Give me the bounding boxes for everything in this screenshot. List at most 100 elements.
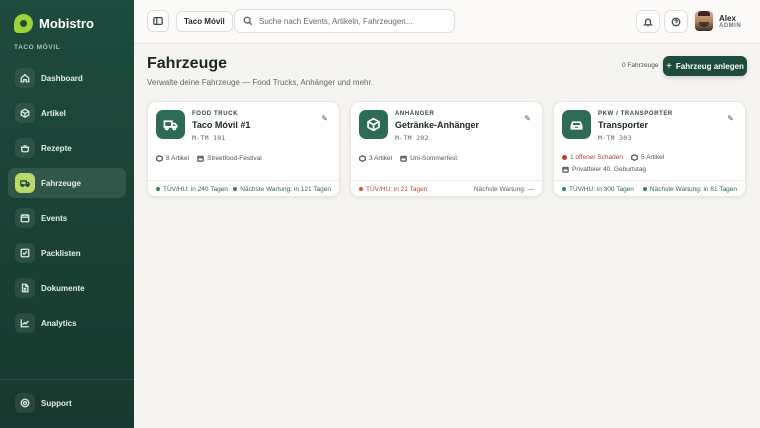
vehicle-type: PKW / TRANSPORTER <box>598 111 673 117</box>
calendar-icon <box>15 208 35 228</box>
vehicle-type: FOOD TRUCK <box>192 111 238 117</box>
vehicle-card[interactable]: PKW / TRANSPORTER Transporter M-TM 303 ✎… <box>553 101 746 197</box>
articles-info: 3 Artikel <box>359 155 392 162</box>
articles-info: 8 Artikel <box>156 155 189 162</box>
tuev-text: TÜV/HU: in 240 Tagen <box>163 185 228 193</box>
vehicle-card[interactable]: ANHÄNGER Getränke-Anhänger M-TM 202 ✎ 3 … <box>350 101 543 197</box>
sidebar-item-rezepte[interactable]: Rezepte <box>8 133 126 163</box>
tuev-text: TÜV/HU: in 300 Tagen <box>569 185 634 193</box>
tuev-text: TÜV/HU: in 21 Tagen <box>366 185 428 193</box>
add-vehicle-label: Fahrzeug anlegen <box>675 61 744 71</box>
service-text: Nächste Wartung: — <box>473 185 534 193</box>
event-name: Streetfood-Festival <box>207 155 262 162</box>
vehicle-name: Transporter <box>598 120 649 130</box>
event-name: Uni-Sommerfest <box>410 155 458 162</box>
brand[interactable]: Mobistro <box>14 14 94 33</box>
user-role: ADMIN <box>719 22 742 29</box>
service-text: Nächste Wartung: in 121 Tagen <box>240 185 331 193</box>
sidebar-item-support[interactable]: Support <box>8 388 126 418</box>
edit-pencil-icon[interactable]: ✎ <box>727 114 734 123</box>
articles-count: 3 Artikel <box>369 155 393 162</box>
edit-pencil-icon[interactable]: ✎ <box>524 114 531 123</box>
topbar: Taco Móvil Alex ADMIN <box>134 0 760 44</box>
vehicle-card[interactable]: FOOD TRUCK Taco Móvil #1 M-TM 101 ✎ 8 Ar… <box>147 101 340 197</box>
articles-info: 5 Artikel <box>631 154 664 161</box>
status-dot-icon <box>642 187 647 191</box>
edit-pencil-icon[interactable]: ✎ <box>321 114 328 123</box>
vehicle-meta: 3 Artikel Uni-Sommerfest <box>359 155 457 162</box>
calendar-icon <box>197 155 204 162</box>
search-icon <box>243 16 253 26</box>
page-title: Fahrzeuge <box>147 55 228 72</box>
sidebar-item-label: Dashboard <box>41 73 83 83</box>
sidebar-toggle-icon <box>153 17 163 25</box>
sidebar-item-label: Fahrzeuge <box>41 178 82 188</box>
mobistro-logo-icon <box>14 14 33 33</box>
sidebar-item-artikel[interactable]: Artikel <box>8 98 126 128</box>
service-status: Nächste Wartung: in 121 Tagen <box>233 186 331 193</box>
status-dot-icon <box>359 187 363 191</box>
vehicle-plate: M-TM 101 <box>192 134 226 142</box>
notifications-button[interactable] <box>636 10 660 33</box>
damage-text: 1 offener Schaden <box>570 154 624 161</box>
sidebar-item-analytics[interactable]: Analytics <box>8 308 126 338</box>
sidebar-support: Support <box>8 388 126 423</box>
user-info: Alex ADMIN <box>719 14 741 29</box>
home-icon <box>15 68 35 88</box>
event-info: Privatfeier 40. Geburtstag <box>562 166 646 173</box>
service-status: Nächste Wartung: — <box>474 186 534 193</box>
help-button[interactable] <box>664 10 688 33</box>
car-icon <box>562 110 591 139</box>
avatar <box>695 11 713 31</box>
vehicle-name: Taco Móvil #1 <box>192 120 251 130</box>
sidebar-divider <box>0 379 134 380</box>
help-circle-icon <box>15 393 35 413</box>
vehicle-name: Getränke-Anhänger <box>395 120 480 130</box>
event-name: Privatfeier 40. Geburtstag <box>572 166 647 173</box>
sidebar-item-label: Support <box>41 398 72 408</box>
add-vehicle-button[interactable]: + Fahrzeug anlegen <box>663 56 747 76</box>
tenant-switcher[interactable]: Taco Móvil <box>176 11 233 32</box>
vehicle-card-footer: TÜV/HU: in 21 Tagen Nächste Wartung: — <box>351 180 542 197</box>
vehicle-type: ANHÄNGER <box>395 111 435 117</box>
event-info: Uni-Sommerfest <box>400 155 457 162</box>
service-status: Nächste Wartung: in 61 Tagen <box>642 186 737 193</box>
sidebar-item-label: Analytics <box>41 318 77 328</box>
sidebar-item-label: Events <box>41 213 68 223</box>
truck-icon <box>156 110 185 139</box>
user-name: Alex <box>719 13 736 23</box>
plus-icon: + <box>666 60 672 72</box>
sidebar-item-fahrzeuge[interactable]: Fahrzeuge <box>8 168 126 198</box>
pot-icon <box>15 138 35 158</box>
user-menu[interactable]: Alex ADMIN <box>695 11 741 31</box>
tuev-status: TÜV/HU: in 240 Tagen <box>156 186 228 193</box>
tuev-status: TÜV/HU: in 300 Tagen <box>562 186 634 193</box>
vehicle-meta: 1 offener Schaden 5 Artikel <box>562 154 664 161</box>
sidebar-item-packlisten[interactable]: Packlisten <box>8 238 126 268</box>
articles-count: 5 Artikel <box>641 154 665 161</box>
sidebar-item-label: Packlisten <box>41 248 81 258</box>
search-bar <box>234 9 455 33</box>
tenant-label: TACO MÓVIL <box>14 44 61 51</box>
package-icon <box>15 103 35 123</box>
tuev-status: TÜV/HU: in 21 Tagen <box>359 186 427 193</box>
sidebar-item-label: Rezepte <box>41 143 72 153</box>
calendar-icon <box>400 155 407 162</box>
sidebar-toggle-button[interactable] <box>147 10 169 32</box>
brand-name: Mobistro <box>39 16 94 31</box>
package-icon <box>631 154 638 161</box>
sidebar-item-dashboard[interactable]: Dashboard <box>8 63 126 93</box>
package-icon <box>156 155 163 162</box>
help-icon <box>671 17 681 26</box>
vehicle-meta: 8 Artikel Streetfood-Festival <box>156 155 262 162</box>
status-dot-icon <box>562 187 566 191</box>
event-info: Streetfood-Festival <box>197 155 262 162</box>
sidebar-item-events[interactable]: Events <box>8 203 126 233</box>
sidebar-item-dokumente[interactable]: Dokumente <box>8 273 126 303</box>
truck-icon <box>15 173 35 193</box>
search-input[interactable] <box>259 16 449 26</box>
vehicle-card-footer: TÜV/HU: in 240 Tagen Nächste Wartung: in… <box>148 180 339 197</box>
articles-count: 8 Artikel <box>166 155 190 162</box>
vehicle-count: 0 Fahrzeuge <box>622 62 659 69</box>
alert-dot-icon <box>562 155 567 160</box>
